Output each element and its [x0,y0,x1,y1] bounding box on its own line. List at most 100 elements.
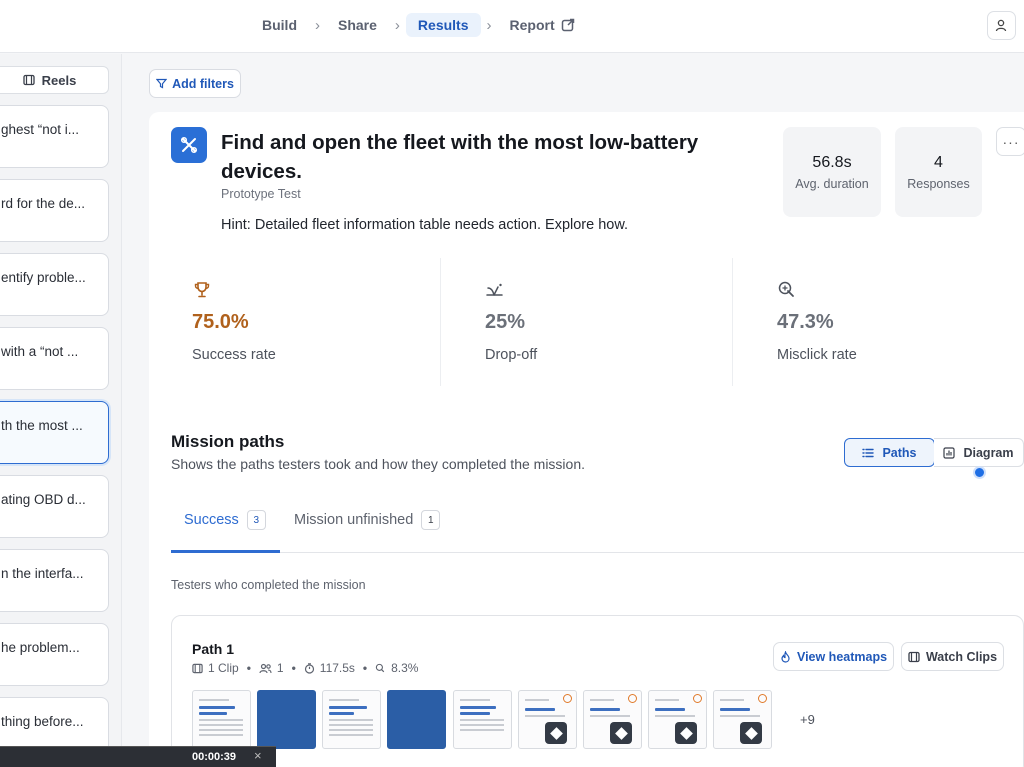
paths-view-toggle[interactable]: Paths [844,438,935,467]
nav-build-label: Build [262,17,297,33]
watch-clips-label: Watch Clips [925,649,998,664]
success-rate-metric: 75.0% Success rate [192,258,452,386]
screen-thumbnail[interactable] [583,690,642,749]
view-heatmaps-label: View heatmaps [796,649,888,664]
nav-results-label: Results [417,17,469,33]
close-icon[interactable]: × [254,748,262,763]
mission-card[interactable]: ating OBD d... [0,475,109,538]
user-profile-button[interactable] [987,11,1016,40]
misclick-icon [778,281,794,297]
mission-paths-title: Mission paths [171,432,285,451]
mission-card-text: thing before... [1,714,84,729]
tabs-divider [171,552,1024,553]
diagram-view-toggle[interactable]: Diagram [934,438,1024,467]
external-link-icon [561,18,574,32]
add-filters-button[interactable]: Add filters [149,69,241,98]
success-rate-value: 75.0% [192,311,249,333]
mission-card[interactable]: he problem... [0,623,109,686]
misclick-icon [375,663,385,672]
drop-off-metric: 25% Drop-off [485,258,745,386]
flame-icon [781,650,790,663]
more-options-button[interactable]: ··· [996,127,1024,156]
meta-separator: • [291,661,296,675]
avg-duration-label: Avg. duration [795,177,869,191]
trophy-icon [194,282,210,298]
misclick-rate-label: Misclick rate [777,347,857,363]
meta-separator: • [362,661,368,675]
drop-off-label: Drop-off [485,347,538,363]
diagram-icon [943,446,956,459]
task-type: Prototype Test [221,187,301,201]
mission-card-text: entify proble... [1,270,86,285]
misclick-rate-value: 47.3% [777,311,834,333]
nav-share[interactable]: Share [326,13,389,37]
mission-card-text: n the interfa... [1,566,84,581]
path-clips: 1 Clip [208,661,239,675]
film-icon [908,651,920,662]
filter-icon [156,78,168,89]
click-marker-icon [740,722,762,744]
nav-report[interactable]: Report [498,13,587,37]
screen-thumbnail[interactable] [257,690,316,749]
user-icon [995,19,1007,32]
screen-thumbnail[interactable] [387,690,446,749]
mission-card-text: he problem... [1,640,80,655]
click-marker-icon [610,722,632,744]
more-options-icon: ··· [1002,133,1020,150]
mission-card[interactable]: n the interfa... [0,549,109,612]
cursor-indicator [973,466,986,479]
path-misclick: 8.3% [391,661,419,675]
meta-separator: • [246,661,251,675]
tab-mission-unfinished[interactable]: Mission unfinished 1 [294,510,441,530]
screen-thumbnail[interactable] [453,690,512,749]
paths-view-label: Paths [882,445,917,460]
mission-card-text: rd for the de... [1,196,86,211]
tab-unfinished-label: Mission unfinished [294,512,414,528]
film-icon [22,74,35,86]
screen-thumbnail[interactable] [648,690,707,749]
screen-thumbnail[interactable] [322,690,381,749]
list-icon [862,448,875,457]
add-filters-label: Add filters [172,76,234,91]
workflow-breadcrumb: Build › Share › Results › Report [250,13,587,37]
path-title: Path 1 [192,641,235,657]
nav-build[interactable]: Build [250,13,309,37]
path-testers: 1 [276,661,284,675]
tools-icon [180,136,198,154]
mission-card[interactable]: rd for the de... [0,179,109,242]
watch-clips-button[interactable]: Watch Clips [901,642,1004,671]
active-tab-indicator [171,550,280,553]
tab-success[interactable]: Success 3 [184,510,266,530]
diagram-view-label: Diagram [963,445,1014,460]
drop-off-value: 25% [485,311,526,333]
metric-divider [732,258,733,386]
more-thumbnails-count[interactable]: +9 [800,712,815,727]
screen-thumbnail[interactable] [713,690,772,749]
task-icon [171,127,207,163]
mission-card[interactable]: ghest “not i... [0,105,109,168]
chevron-right-icon: › [315,16,320,34]
drop-off-icon [486,283,503,296]
missions-sidebar: Reels ghest “not i... rd for the de... e… [0,54,122,767]
responses-stat: 4 Responses [895,127,982,217]
screen-thumbnail[interactable] [192,690,251,749]
nav-results[interactable]: Results [405,13,481,37]
click-marker-icon [675,722,697,744]
mission-card-text: ghest “not i... [1,122,80,137]
nav-share-label: Share [338,17,377,33]
mission-card-selected[interactable]: th the most ... [0,401,109,464]
top-navigation-bar: Build › Share › Results › Report [0,0,1024,53]
completed-testers-label: Testers who completed the mission [171,578,366,592]
mission-card-text: th the most ... [1,418,83,433]
chevron-right-icon: › [486,16,492,34]
avg-duration-stat: 56.8s Avg. duration [783,127,881,217]
mission-card[interactable]: with a “not ... [0,327,109,390]
view-heatmaps-button[interactable]: View heatmaps [773,642,894,671]
screen-thumbnail[interactable] [518,690,577,749]
mission-card-text: ating OBD d... [1,492,86,507]
mission-card[interactable]: entify proble... [0,253,109,316]
path-meta: 1 Clip • 1 • 117.5s • 8.3% [192,661,418,675]
video-timestamp: 00:00:39 [192,751,237,763]
task-hint: Hint: Detailed fleet information table n… [221,217,629,233]
reels-button[interactable]: Reels [0,66,109,94]
